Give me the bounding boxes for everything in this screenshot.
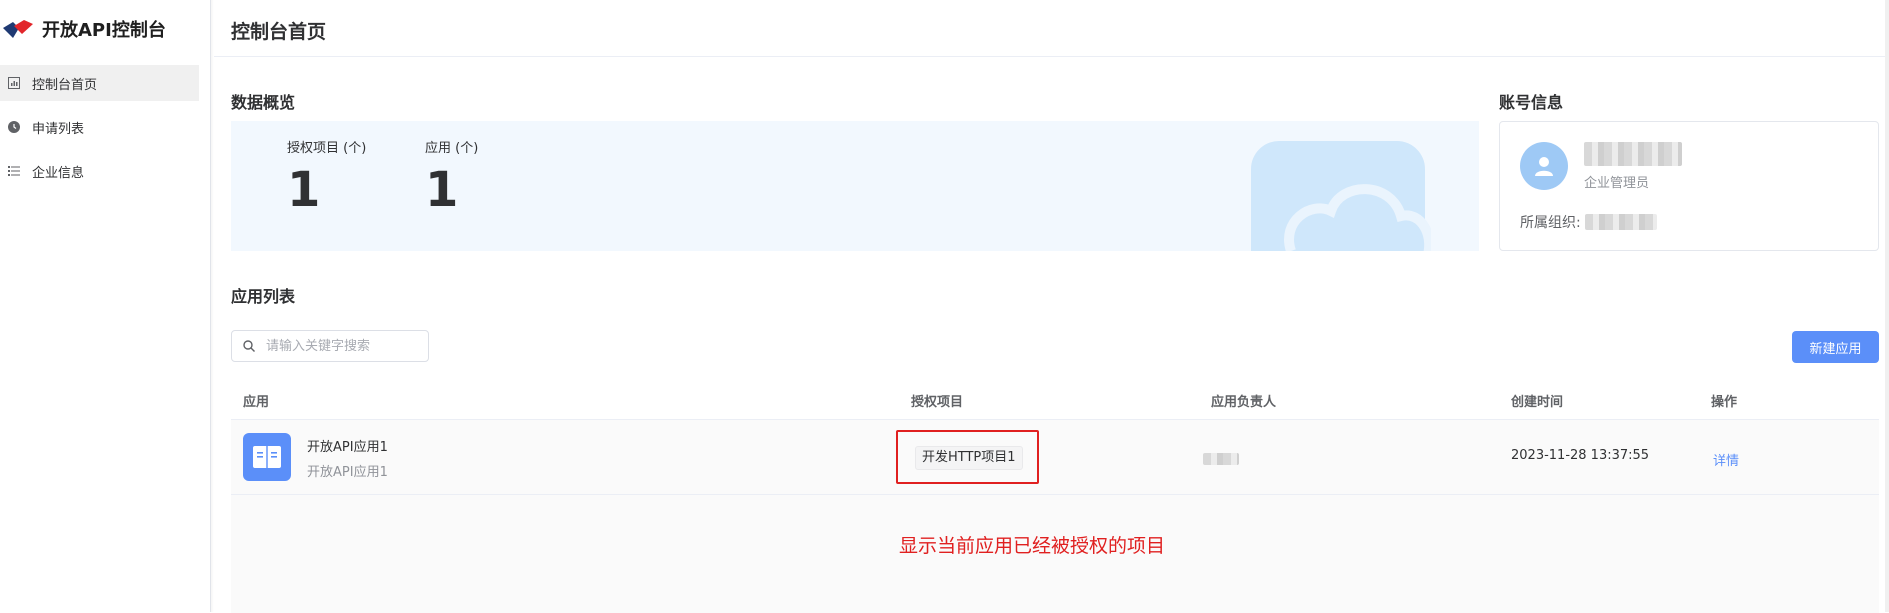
scrollbar-track[interactable] <box>1885 0 1889 612</box>
bar-chart-icon <box>6 75 22 91</box>
column-header-actions: 操作 <box>1711 395 1738 410</box>
table-empty-area: 显示当前应用已经被授权的项目 <box>231 495 1879 613</box>
stat-label: 授权项目 (个) <box>287 141 367 156</box>
org-label: 所属组织: <box>1520 215 1581 231</box>
column-header-created: 创建时间 <box>1511 395 1564 410</box>
search-icon <box>243 340 255 352</box>
sidebar: 开放API控制台 控制台首页 申请列表 企业信息 <box>0 0 211 612</box>
sidebar-item-label: 申请列表 <box>32 121 85 137</box>
stat-value: 1 <box>425 162 459 218</box>
app-icon <box>243 433 291 481</box>
org-name-redacted <box>1584 214 1657 230</box>
sidebar-item-label: 控制台首页 <box>32 77 98 93</box>
annotation-text: 显示当前应用已经被授权的项目 <box>899 535 1166 557</box>
column-header-project: 授权项目 <box>911 395 964 410</box>
table-row[interactable]: 开放API应用1 开放API应用1 开发HTTP项目1 2023-11-28 1… <box>231 420 1879 495</box>
account-title: 账号信息 <box>1499 93 1564 112</box>
column-header-app: 应用 <box>243 395 270 410</box>
book-icon <box>253 446 281 468</box>
overview-title: 数据概览 <box>231 93 296 112</box>
search-input[interactable] <box>264 337 418 355</box>
stat-applications: 应用 (个) 1 <box>425 137 478 218</box>
app-name: 开放API应用1 <box>307 440 388 455</box>
stat-authorized-projects: 授权项目 (个) 1 <box>287 137 366 218</box>
organization-row: 所属组织: <box>1520 212 1657 232</box>
user-name-redacted <box>1584 142 1682 166</box>
created-time: 2023-11-28 13:37:55 <box>1511 448 1650 463</box>
overview-panel: 授权项目 (个) 1 应用 (个) 1 <box>231 121 1479 251</box>
page-title: 控制台首页 <box>231 21 327 43</box>
app-list-title: 应用列表 <box>231 287 296 306</box>
page-header: 控制台首页 <box>214 0 1885 57</box>
app-description: 开放API应用1 <box>307 465 388 480</box>
search-box[interactable] <box>231 330 429 362</box>
logo[interactable]: 开放API控制台 <box>2 14 166 44</box>
user-role: 企业管理员 <box>1584 176 1650 191</box>
column-header-owner: 应用负责人 <box>1211 395 1277 410</box>
owner-redacted <box>1203 453 1239 465</box>
app-table: 应用 授权项目 应用负责人 创建时间 操作 开放API应用1 开放API应用1 … <box>231 381 1879 613</box>
sidebar-divider <box>210 0 214 612</box>
sidebar-item-label: 企业信息 <box>32 165 85 181</box>
table-header: 应用 授权项目 应用负责人 创建时间 操作 <box>231 381 1879 420</box>
account-card: 企业管理员 所属组织: <box>1499 121 1879 251</box>
user-icon <box>1535 157 1553 176</box>
cloud-illustration-icon <box>1251 141 1431 251</box>
stat-value: 1 <box>287 162 321 218</box>
brand-logo-icon <box>3 20 33 38</box>
sidebar-item-applications[interactable]: 申请列表 <box>0 109 199 145</box>
list-icon <box>6 163 22 179</box>
clock-icon <box>6 119 22 135</box>
stat-label: 应用 (个) <box>425 141 479 156</box>
project-tag: 开发HTTP项目1 <box>915 446 1023 470</box>
detail-link[interactable]: 详情 <box>1713 450 1739 469</box>
app-title: 开放API控制台 <box>42 20 166 41</box>
new-app-button[interactable]: 新建应用 <box>1792 331 1879 363</box>
sidebar-item-dashboard[interactable]: 控制台首页 <box>0 65 199 101</box>
avatar <box>1520 142 1568 190</box>
sidebar-item-company-info[interactable]: 企业信息 <box>0 153 199 189</box>
